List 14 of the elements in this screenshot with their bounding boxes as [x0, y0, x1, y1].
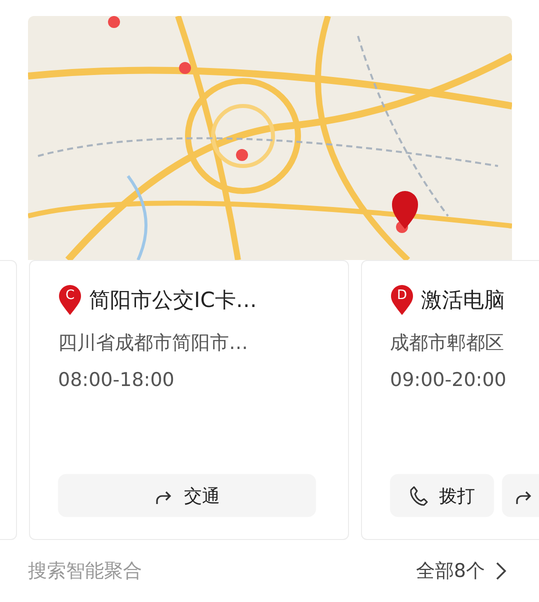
map-pin-icon: C	[58, 284, 82, 316]
place-address: 成都市郫都区	[390, 331, 505, 356]
place-address: 四川省成都市简阳市…	[58, 331, 249, 356]
map-pin-icon: D	[390, 284, 414, 316]
call-button[interactable]: 拨打	[390, 474, 494, 517]
opening-hours: 08:00-18:00	[58, 369, 176, 391]
place-title: 激活电脑	[421, 287, 505, 314]
directions-button[interactable]: 交通	[58, 474, 316, 517]
place-card[interactable]: C 简阳市公交IC卡… 四川省成都市简阳市… 08:00-18:00 交通	[29, 260, 349, 540]
place-title: 简阳市公交IC卡…	[89, 287, 257, 314]
opening-hours: 09:00-20:00	[390, 369, 508, 391]
place-card[interactable]: D 激活电脑 成都市郫都区 09:00-20:00 拨打	[361, 260, 539, 540]
source-label: 搜索智能聚合	[28, 559, 142, 584]
view-all-link[interactable]: 全部8个	[416, 558, 507, 584]
